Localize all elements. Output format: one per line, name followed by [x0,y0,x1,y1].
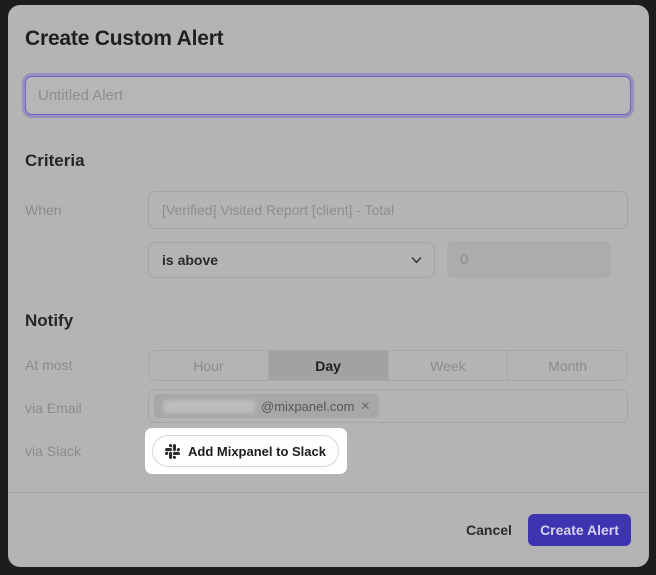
threshold-input[interactable] [447,241,611,278]
footer-divider [8,492,649,493]
via-email-label: via Email [25,400,82,416]
email-chip: @mixpanel.com ✕ [154,394,379,418]
at-most-label: At most [25,357,72,373]
frequency-segmented-control: Hour Day Week Month [148,350,628,381]
dialog-title: Create Custom Alert [25,27,223,51]
create-alert-button[interactable]: Create Alert [528,514,631,546]
email-domain-text: @mixpanel.com [261,399,354,414]
notify-heading: Notify [25,311,73,331]
remove-email-icon[interactable]: ✕ [360,400,370,412]
cancel-button[interactable]: Cancel [454,514,524,546]
add-mixpanel-to-slack-button[interactable]: Add Mixpanel to Slack [152,435,339,467]
email-user-redacted [163,400,255,413]
frequency-option-day[interactable]: Day [268,351,388,380]
metric-input[interactable] [148,191,628,229]
frequency-option-week[interactable]: Week [388,351,508,380]
operator-value: is above [162,252,218,268]
slack-button-label: Add Mixpanel to Slack [188,444,326,459]
frequency-option-hour[interactable]: Hour [149,351,268,380]
create-custom-alert-dialog: Create Custom Alert Criteria When is abo… [8,5,649,567]
frequency-option-month[interactable]: Month [507,351,627,380]
email-recipients-input[interactable]: @mixpanel.com ✕ [148,389,628,423]
via-slack-label: via Slack [25,443,81,459]
when-label: When [25,202,62,218]
slack-icon [165,444,180,459]
operator-select[interactable]: is above [148,242,435,278]
criteria-heading: Criteria [25,151,85,171]
chevron-down-icon [411,255,422,266]
alert-name-input[interactable] [25,76,631,115]
